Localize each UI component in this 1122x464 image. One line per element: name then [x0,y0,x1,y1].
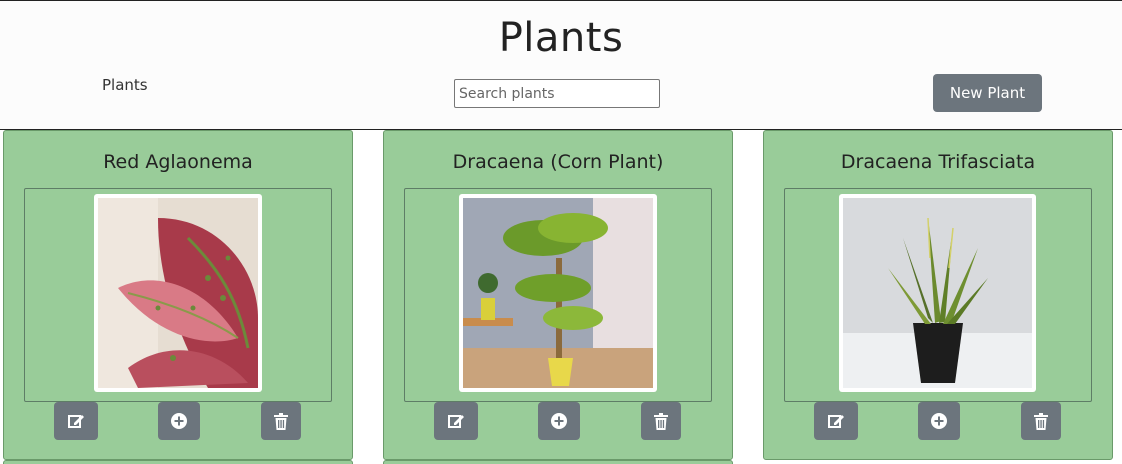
edit-button[interactable] [434,402,478,440]
add-button[interactable] [538,402,580,440]
edit-icon [448,415,464,428]
plant-image [459,194,657,392]
add-button[interactable] [918,402,960,440]
plus-circle-icon [551,413,567,429]
plant-name: Red Aglaonema [103,151,253,173]
plus-circle-icon [171,413,187,429]
edit-button[interactable] [54,402,98,440]
delete-button[interactable] [261,402,301,440]
search-input[interactable] [454,79,660,108]
edit-icon [68,415,84,428]
new-plant-button[interactable]: New Plant [933,74,1042,112]
plant-name: Dracaena (Corn Plant) [452,151,664,173]
plant-card-next-row [383,460,733,464]
plant-image [839,194,1036,392]
plant-image [94,194,262,392]
nav-link-plants[interactable]: Plants [102,76,148,94]
edit-button[interactable] [814,402,858,440]
page-title: Plants [498,15,624,61]
plant-card-next-row [3,460,353,464]
trash-icon [654,412,668,430]
trash-icon [274,412,288,430]
header: Plants Plants New Plant [0,0,1122,130]
trash-icon [1034,412,1048,430]
plant-name: Dracaena Trifasciata [840,151,1036,173]
edit-icon [828,415,844,428]
delete-button[interactable] [1021,402,1061,440]
plant-card: Dracaena (Corn Plant) [383,130,733,460]
plant-card: Red Aglaonema [3,130,353,460]
delete-button[interactable] [641,402,681,440]
add-button[interactable] [158,402,200,440]
plus-circle-icon [931,413,947,429]
plant-card: Dracaena Trifasciata [763,130,1113,460]
